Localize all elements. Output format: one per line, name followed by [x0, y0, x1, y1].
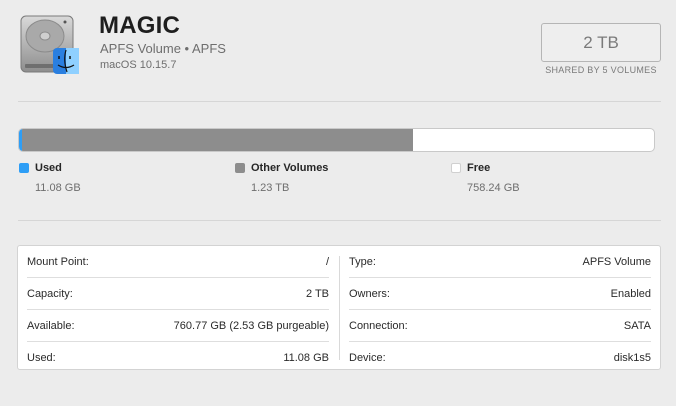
info-key: Owners:: [349, 288, 390, 300]
info-key: Device:: [349, 352, 386, 364]
legend-label: Other Volumes: [251, 162, 329, 174]
legend-free: Free 758.24 GB: [451, 162, 520, 194]
info-value: SATA: [623, 320, 651, 332]
volume-name: MAGIC: [99, 12, 180, 39]
volume-os: macOS 10.15.7: [100, 59, 177, 71]
info-key: Mount Point:: [27, 256, 89, 268]
info-row-connection: Connection: SATA: [349, 311, 651, 342]
divider-middle: [18, 220, 661, 221]
info-column-left: Mount Point: / Capacity: 2 TB Available:…: [27, 246, 329, 373]
legend-used: Used 11.08 GB: [19, 162, 81, 194]
info-value: 2 TB: [305, 288, 329, 300]
legend-value: 11.08 GB: [35, 182, 81, 194]
info-row-capacity: Capacity: 2 TB: [27, 279, 329, 310]
capacity-box: 2 TB: [541, 23, 661, 62]
info-value: APFS Volume: [582, 256, 651, 268]
info-value: 11.08 GB: [283, 352, 329, 364]
usage-segment-other-volumes: [22, 129, 413, 151]
info-row-mount-point: Mount Point: /: [27, 247, 329, 278]
info-value: /: [325, 256, 329, 268]
volume-subtitle: APFS Volume • APFS: [100, 41, 226, 56]
info-row-type: Type: APFS Volume: [349, 247, 651, 278]
column-separator: [339, 256, 340, 360]
info-key: Type:: [349, 256, 376, 268]
info-row-used: Used: 11.08 GB: [27, 343, 329, 373]
divider-top: [18, 101, 661, 102]
legend-value: 1.23 TB: [251, 182, 290, 194]
volume-info-table: Mount Point: / Capacity: 2 TB Available:…: [17, 245, 661, 370]
info-key: Connection:: [349, 320, 408, 332]
other-volumes-swatch-icon: [235, 163, 245, 173]
info-key: Available:: [27, 320, 75, 332]
info-value: disk1s5: [613, 352, 651, 364]
info-key: Capacity:: [27, 288, 73, 300]
legend-other-volumes: Other Volumes 1.23 TB: [235, 162, 328, 194]
used-swatch-icon: [19, 163, 29, 173]
info-value: Enabled: [610, 288, 651, 300]
info-key: Used:: [27, 352, 56, 364]
info-row-device: Device: disk1s5: [349, 343, 651, 373]
hard-drive-finder-icon: [19, 14, 79, 74]
shared-volumes-label: SHARED BY 5 VOLUMES: [545, 65, 657, 75]
info-column-right: Type: APFS Volume Owners: Enabled Connec…: [349, 246, 651, 373]
usage-bar: [18, 128, 655, 152]
legend-label: Free: [467, 162, 491, 174]
info-row-owners: Owners: Enabled: [349, 279, 651, 310]
free-swatch-icon: [451, 163, 461, 173]
info-row-available: Available: 760.77 GB (2.53 GB purgeable): [27, 311, 329, 342]
legend-label: Used: [35, 162, 62, 174]
info-value: 760.77 GB (2.53 GB purgeable): [173, 320, 329, 332]
legend-value: 758.24 GB: [467, 182, 520, 194]
